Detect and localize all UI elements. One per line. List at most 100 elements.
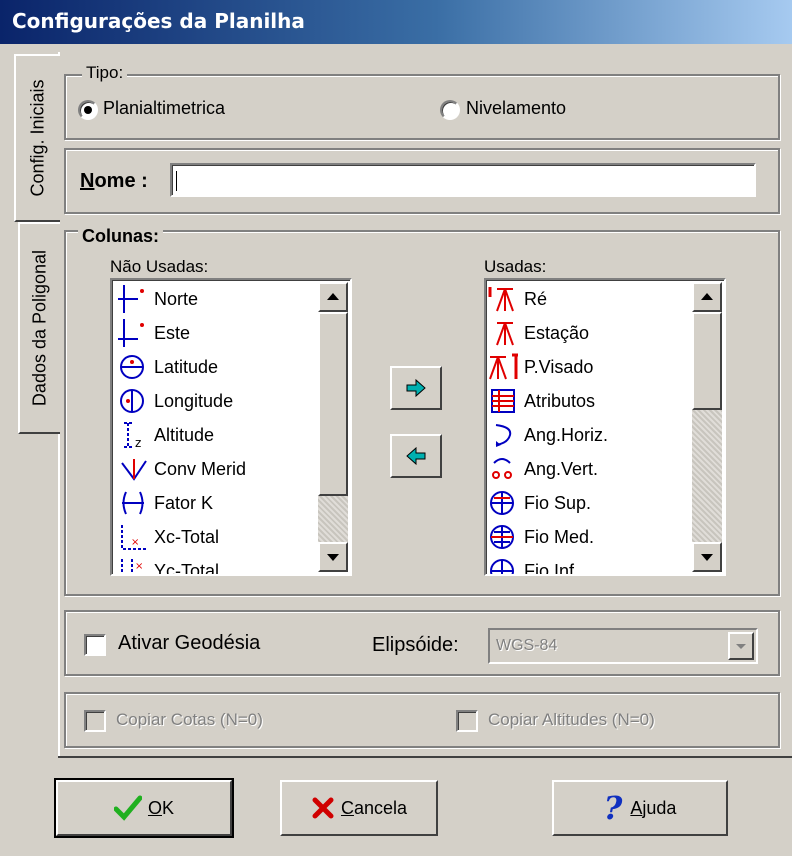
svg-text:z: z	[135, 436, 141, 449]
yc-total-icon: ×	[121, 559, 143, 574]
usadas-scrollbar[interactable]	[692, 282, 722, 572]
usadas-list[interactable]: Ré Estação P.Visado Atributos Ang.Horiz.…	[484, 278, 726, 576]
ajuda-mnemonic: A	[630, 797, 643, 818]
tab-dados-poligonal-label: Dados da Poligonal	[29, 249, 50, 407]
scroll-up-button[interactable]	[692, 282, 722, 312]
list-item-label: Atributos	[524, 390, 596, 411]
scroll-down-button[interactable]	[692, 542, 722, 572]
p-visado-icon	[489, 353, 518, 380]
list-item[interactable]: z Altitude	[118, 418, 214, 452]
list-item-label: Conv Merid	[154, 458, 247, 479]
list-item[interactable]: Latitude	[118, 350, 218, 384]
tab-config-iniciais[interactable]: Config. Iniciais	[14, 54, 60, 222]
list-item-label: Yc-Total	[154, 560, 220, 576]
ativar-geodesia-label[interactable]: Ativar Geodésia	[118, 632, 260, 655]
list-item-label: Altitude	[154, 424, 215, 445]
estacao-icon	[496, 322, 514, 346]
list-item[interactable]: Fio Sup.	[488, 486, 591, 520]
list-item[interactable]: × Xc-Total	[118, 520, 219, 554]
add-column-button[interactable]	[390, 366, 442, 410]
remove-column-button[interactable]	[390, 434, 442, 478]
list-item-label: Xc-Total	[154, 526, 220, 547]
copiar-cotas-label[interactable]: Copiar Cotas (N=0)	[116, 710, 263, 730]
list-item-label: Fio Sup.	[524, 492, 592, 513]
conv-merid-icon	[121, 459, 147, 481]
list-item[interactable]: Ang.Horiz.	[488, 418, 608, 452]
bottom-separator	[58, 756, 792, 758]
list-item-label: Fio Inf.	[524, 560, 580, 576]
radio-planialtimetrica[interactable]	[78, 100, 98, 120]
ang-horiz-icon	[495, 424, 512, 447]
arrow-right-icon	[406, 379, 426, 397]
xc-total-icon: ×	[121, 525, 146, 550]
nao-usadas-list[interactable]: Norte Este Latitude Longitude z Altitude…	[110, 278, 352, 576]
altitude-icon: z	[124, 422, 141, 449]
copiar-cotas-checkbox[interactable]	[84, 710, 106, 732]
latitude-icon	[120, 355, 144, 379]
fio-sup-icon	[490, 491, 514, 515]
cancela-button[interactable]: Cancela	[280, 780, 438, 836]
usadas-label: Usadas:	[484, 257, 547, 276]
list-item[interactable]: P.Visado	[488, 350, 593, 384]
tab-dados-poligonal[interactable]: Dados da Poligonal	[18, 222, 60, 434]
nome-mnemonic: N	[80, 170, 95, 192]
este-icon	[118, 319, 144, 347]
nao-usadas-label: Não Usadas:	[110, 257, 209, 276]
ajuda-rest: juda	[642, 797, 677, 818]
list-item-label: Ang.Vert.	[524, 458, 599, 479]
ajuda-button[interactable]: ? Ajuda	[552, 780, 728, 836]
svg-text:×: ×	[131, 537, 139, 548]
copiar-altitudes-checkbox[interactable]	[456, 710, 478, 732]
ok-mnemonic: O	[147, 797, 162, 818]
nome-label: Nome :	[80, 170, 148, 193]
elipsoide-select[interactable]: WGS-84	[488, 628, 758, 664]
elipsoide-value: WGS-84	[496, 637, 558, 654]
scroll-thumb[interactable]	[692, 312, 722, 410]
colunas-legend: Colunas:	[78, 226, 164, 247]
tab-config-iniciais-label: Config. Iniciais	[27, 79, 48, 197]
list-item[interactable]: Norte	[118, 282, 198, 316]
copiar-altitudes-label[interactable]: Copiar Altitudes (N=0)	[488, 710, 655, 730]
radio-planialtimetrica-label[interactable]: Planialtimetrica	[103, 98, 225, 119]
scroll-thumb[interactable]	[318, 312, 348, 496]
elipsoide-dropdown-button[interactable]	[728, 632, 754, 660]
list-item[interactable]: Fio Inf.	[488, 554, 580, 576]
x-icon	[312, 797, 334, 819]
list-item[interactable]: Ré	[488, 282, 547, 316]
list-item-label: Ré	[524, 288, 548, 309]
list-item[interactable]: Fator K	[118, 486, 213, 520]
arrow-down-icon	[701, 554, 713, 561]
list-item[interactable]: Conv Merid	[118, 452, 246, 486]
arrow-up-icon	[701, 293, 713, 300]
arrow-left-icon	[406, 447, 426, 465]
list-item-label: Latitude	[154, 356, 219, 377]
arrow-down-icon	[327, 554, 339, 561]
list-item-label: Estação	[524, 322, 590, 343]
list-item[interactable]: Longitude	[118, 384, 233, 418]
list-item[interactable]: Ang.Vert.	[488, 452, 598, 486]
ativar-geodesia-checkbox[interactable]	[84, 634, 106, 656]
cancela-mnemonic: C	[340, 797, 354, 818]
scroll-up-button[interactable]	[318, 282, 348, 312]
list-item[interactable]: Fio Med.	[488, 520, 594, 554]
scroll-down-button[interactable]	[318, 542, 348, 572]
list-item[interactable]: Estação	[488, 316, 589, 350]
list-item[interactable]: × Yc-Total	[118, 554, 220, 576]
list-item[interactable]: Atributos	[488, 384, 595, 418]
list-item-label: Longitude	[154, 390, 234, 411]
elipsoide-label: Elipsóide:	[372, 634, 459, 656]
radio-nivelamento-label[interactable]: Nivelamento	[466, 98, 566, 119]
fio-med-icon	[490, 525, 514, 549]
ang-vert-icon	[492, 458, 512, 479]
title-bar[interactable]: Configurações da Planilha	[0, 0, 792, 44]
nome-input[interactable]	[170, 163, 756, 197]
list-item[interactable]: Este	[118, 316, 190, 350]
ok-button[interactable]: OK	[54, 778, 234, 838]
re-icon	[488, 287, 514, 312]
nao-usadas-scrollbar[interactable]	[318, 282, 348, 572]
window-title: Configurações da Planilha	[12, 9, 305, 33]
radio-nivelamento[interactable]	[440, 100, 460, 120]
fio-inf-icon	[490, 559, 514, 574]
list-item-label: Fio Med.	[524, 526, 595, 547]
cancela-rest: ancela	[353, 797, 408, 818]
